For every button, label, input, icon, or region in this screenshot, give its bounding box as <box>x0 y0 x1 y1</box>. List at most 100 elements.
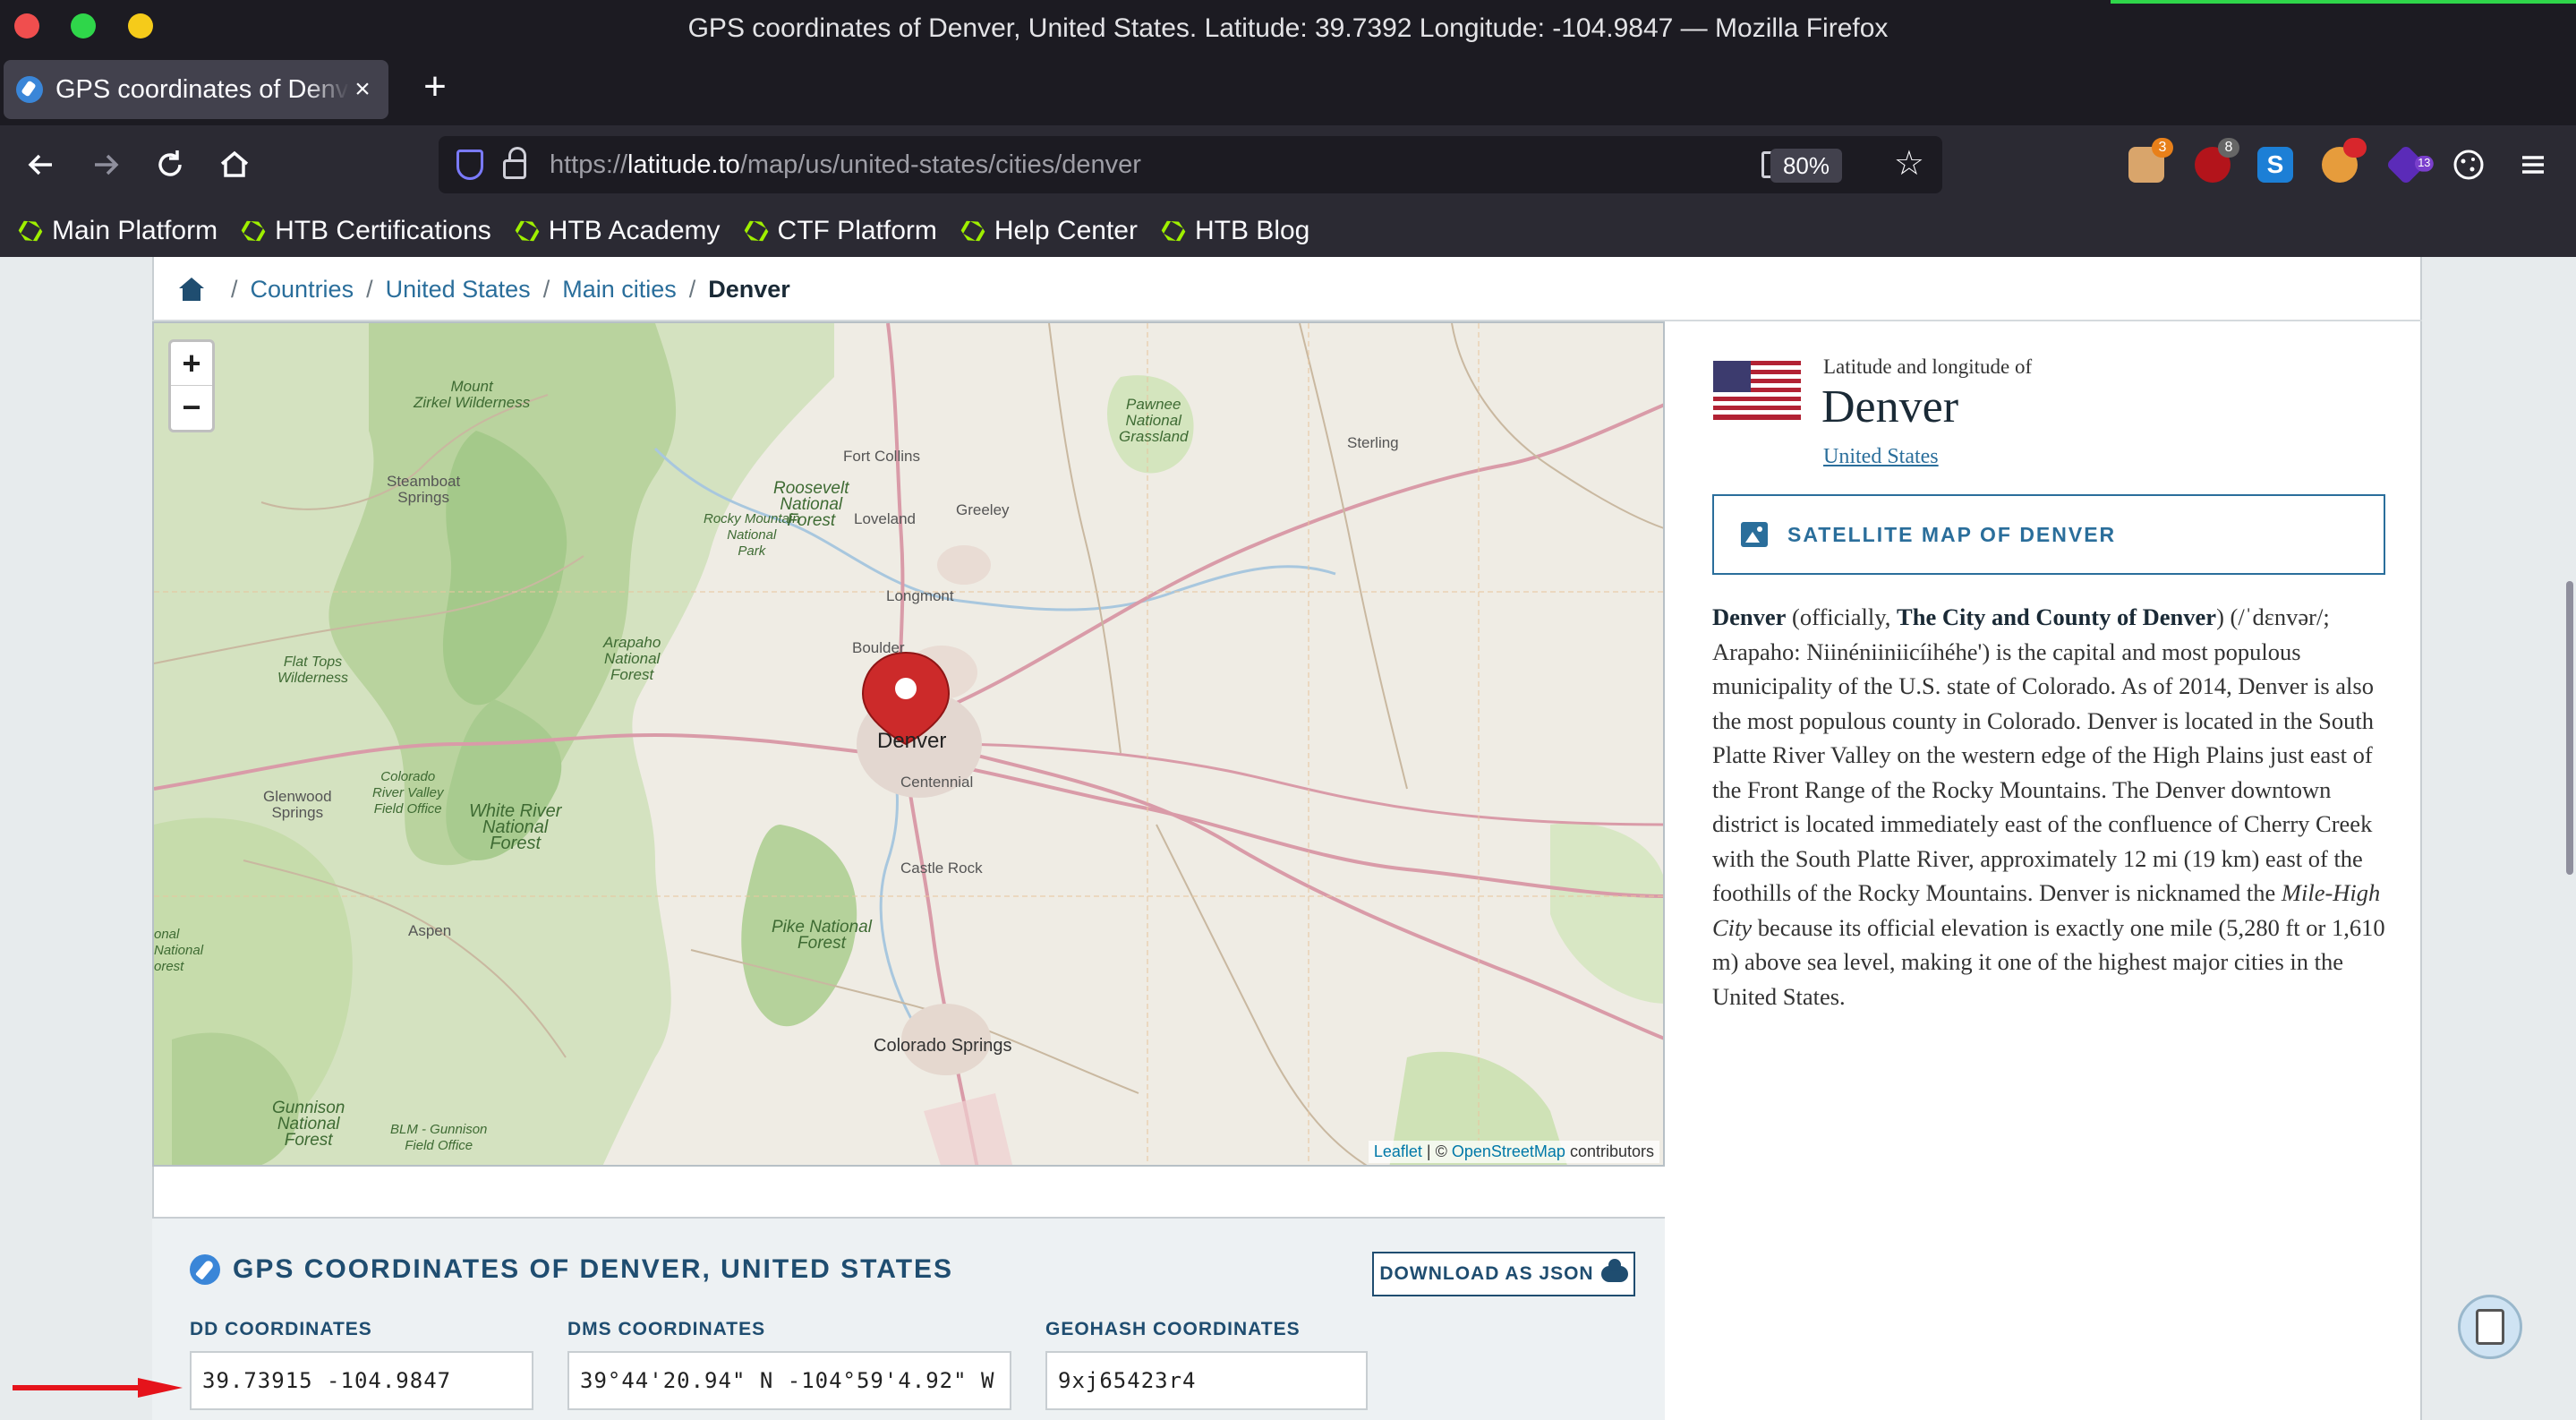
country-link[interactable]: United States <box>1823 445 1939 469</box>
compass-icon <box>190 1254 220 1285</box>
satellite-map-label: SATELLITE MAP OF DENVER <box>1787 522 2117 546</box>
desc-text: because its official elevation is exactl… <box>1712 913 2385 1010</box>
bookmark-ctf-platform[interactable]: CTF Platform <box>744 216 937 246</box>
extension-4-icon[interactable] <box>2322 138 2367 183</box>
map-zoom-control: + − <box>168 339 215 432</box>
ublock-icon[interactable]: 8 <box>2195 138 2239 183</box>
dd-coordinates-label: DD COORDINATES <box>190 1319 372 1339</box>
satellite-map-button[interactable]: SATELLITE MAP OF DENVER <box>1712 494 2385 575</box>
back-arrow-icon[interactable] <box>21 145 61 184</box>
maximize-window-button[interactable] <box>71 13 96 38</box>
breadcrumb-main-cities-link[interactable]: Main cities <box>562 276 677 304</box>
gps-section-title: GPS COORDINATES OF DENVER, UNITED STATES <box>190 1254 953 1285</box>
extension-4-badge <box>2343 138 2367 158</box>
bookmark-htb-certifications[interactable]: HTB Certifications <box>241 216 491 246</box>
reload-icon[interactable] <box>150 145 190 184</box>
close-window-button[interactable] <box>14 13 39 38</box>
lock-icon[interactable] <box>503 147 526 179</box>
tab-bar: GPS coordinates of Denver, United States… <box>0 56 2576 125</box>
cloud-download-icon <box>1600 1259 1628 1282</box>
dms-coordinates-field[interactable]: 39°44'20.94" N -104°59'4.92" W <box>567 1351 1011 1410</box>
breadcrumb-separator: / <box>231 275 238 303</box>
s-extension-icon[interactable]: S <box>2257 147 2293 183</box>
bookmark-htb-blog[interactable]: HTB Blog <box>1161 216 1309 246</box>
bookmark-htb-academy[interactable]: HTB Academy <box>515 216 721 246</box>
home-icon[interactable] <box>179 278 204 301</box>
clipboard-floating-button[interactable] <box>2458 1295 2522 1359</box>
map-label-longmont: Longmont <box>886 587 954 604</box>
map-label-glenwood: Glenwood Springs <box>263 788 332 821</box>
page-scrollbar[interactable] <box>2563 257 2576 1420</box>
gps-coordinates-section: GPS COORDINATES OF DENVER, UNITED STATES… <box>152 1217 1665 1420</box>
geohash-coordinates-field[interactable]: 9xj65423r4 <box>1045 1351 1368 1410</box>
map-label-mount-zirkel: Mount Zirkel Wilderness <box>414 378 531 411</box>
extension-5-icon[interactable]: 13 <box>2385 144 2434 185</box>
extension-1-badge: 3 <box>2152 138 2173 158</box>
map-label-centennial: Centennial <box>900 774 974 791</box>
new-tab-button[interactable]: + <box>417 67 453 107</box>
breadcrumb-separator: / <box>688 275 696 303</box>
browser-tab-active[interactable]: GPS coordinates of Denver, United States… <box>4 60 388 119</box>
map-label-blm: BLM - Gunnison Field Office <box>390 1122 488 1153</box>
bookmark-star-icon[interactable]: ☆ <box>1894 143 1924 184</box>
map-attribution: Leaflet | © OpenStreetMap contributors <box>1368 1141 1659 1163</box>
htb-cube-icon <box>18 218 43 244</box>
map-label-national-forest: onal National orest <box>154 927 204 974</box>
bookmark-help-center[interactable]: Help Center <box>960 216 1138 246</box>
minimize-window-button[interactable] <box>128 13 153 38</box>
breadcrumb-countries-link[interactable]: Countries <box>251 276 354 304</box>
clipboard-icon <box>2476 1309 2504 1345</box>
bookmark-label: Main Platform <box>52 216 218 245</box>
gps-title-text: GPS COORDINATES OF DENVER, UNITED STATES <box>233 1254 954 1284</box>
window-titlebar: GPS coordinates of Denver, United States… <box>0 0 2576 56</box>
url-bar[interactable]: https://latitude.to/map/us/united-states… <box>439 136 1942 193</box>
tracking-shield-icon[interactable] <box>456 150 483 180</box>
ublock-badge: 8 <box>2218 138 2239 158</box>
extension-5-badge: 13 <box>2415 156 2434 172</box>
htb-cube-icon <box>744 218 769 244</box>
url-host: latitude.to <box>627 150 740 179</box>
url-prefix: https:// <box>550 150 628 179</box>
desc-city-name: Denver <box>1712 603 1787 630</box>
bookmark-label: HTB Certifications <box>275 216 491 245</box>
extension-1-icon[interactable]: 3 <box>2128 138 2173 183</box>
bookmark-label: Help Center <box>994 216 1138 245</box>
breadcrumb-united-states-link[interactable]: United States <box>386 276 531 304</box>
desc-text: ) (/ˈdɛnvər/; Arapaho: Niinéniiniicíihéh… <box>1712 603 2374 906</box>
leaflet-link[interactable]: Leaflet <box>1374 1142 1422 1160</box>
bookmark-label: HTB Blog <box>1194 216 1310 245</box>
forward-arrow-icon[interactable] <box>86 145 125 184</box>
dd-coordinates-field[interactable]: 39.73915 -104.9847 <box>190 1351 533 1410</box>
download-json-button[interactable]: DOWNLOAD AS JSON <box>1372 1252 1635 1296</box>
map-zoom-out-button[interactable]: − <box>171 385 212 428</box>
hamburger-menu-icon[interactable] <box>2515 147 2551 183</box>
map-label-loveland: Loveland <box>854 510 917 527</box>
map[interactable]: Mount Zirkel Wilderness Steamboat Spring… <box>152 321 1665 1167</box>
city-heading: Denver <box>1821 381 1959 432</box>
tab-close-icon[interactable]: × <box>349 74 376 104</box>
red-arrow-annotation <box>13 1378 183 1398</box>
openstreetmap-link[interactable]: OpenStreetMap <box>1452 1142 1565 1160</box>
htb-cube-icon <box>515 218 540 244</box>
htb-cube-icon <box>1161 218 1186 244</box>
map-label-co-river: Colorado River Valley Field Office <box>372 769 444 817</box>
cookie-extension-icon[interactable] <box>2451 147 2486 183</box>
scrollbar-thumb[interactable] <box>2566 581 2573 875</box>
url-text[interactable]: https://latitude.to/map/us/united-states… <box>550 150 1141 180</box>
desc-text: (officially, <box>1786 603 1898 630</box>
htb-cube-icon <box>960 218 985 244</box>
map-label-boulder: Boulder <box>852 639 905 656</box>
bookmark-main-platform[interactable]: Main Platform <box>18 216 218 246</box>
web-page: / Countries / United States / Main citie… <box>0 257 2576 1420</box>
title-progress-indicator <box>2111 0 2576 4</box>
zoom-level-button[interactable]: 80% <box>1770 149 1842 183</box>
map-zoom-in-button[interactable]: + <box>171 342 212 385</box>
map-label-denver: Denver <box>877 729 947 753</box>
download-json-label: DOWNLOAD AS JSON <box>1379 1263 1594 1284</box>
breadcrumb-current: Denver <box>708 275 790 303</box>
map-label-flat-tops: Flat Tops Wilderness <box>277 654 348 686</box>
home-icon[interactable] <box>215 145 254 184</box>
desc-official-name: The City and County of Denver <box>1897 603 2217 630</box>
map-label-fort-collins: Fort Collins <box>843 448 920 465</box>
image-icon <box>1741 522 1768 547</box>
